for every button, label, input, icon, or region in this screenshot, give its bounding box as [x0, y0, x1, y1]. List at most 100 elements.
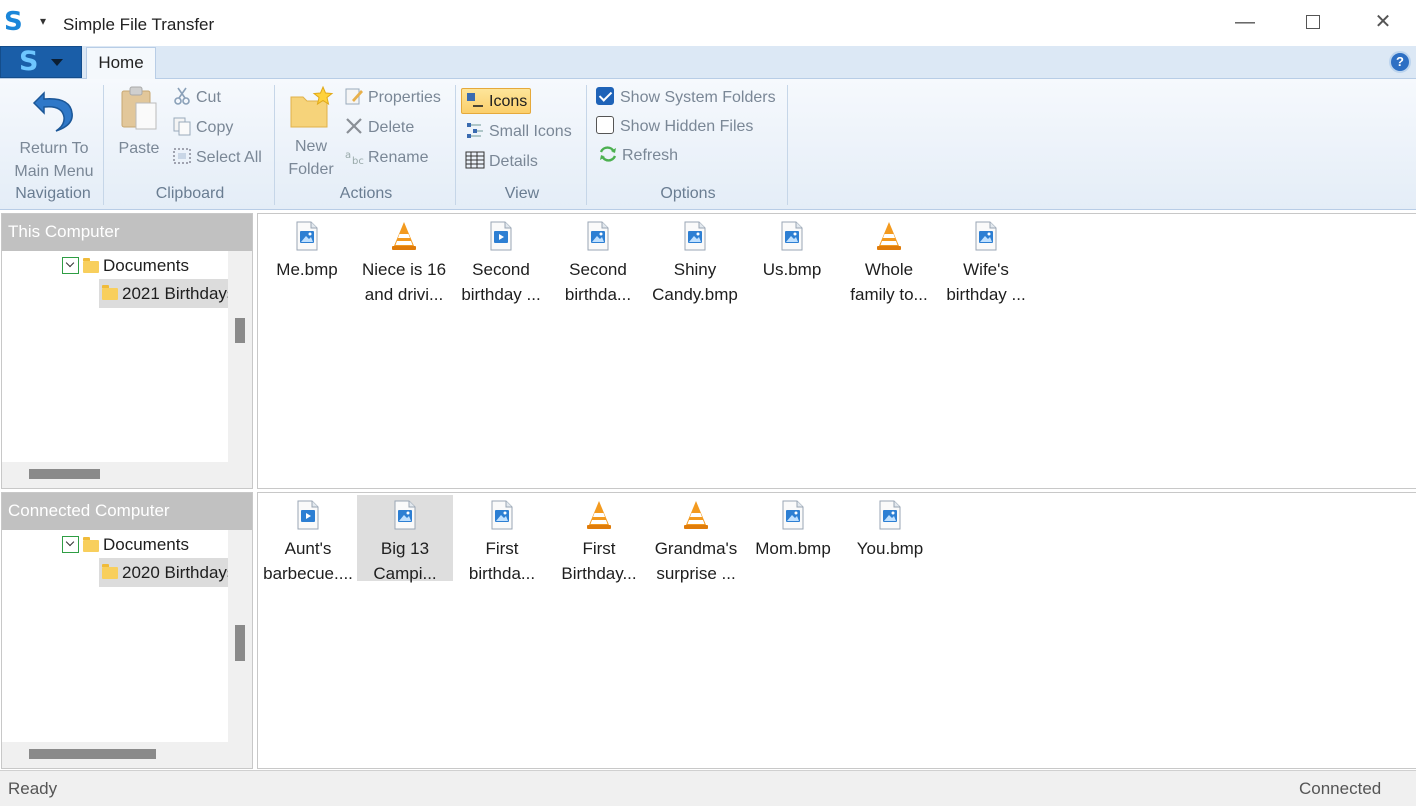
file-item[interactable]: Whole family to... — [841, 216, 937, 304]
quick-access-dropdown-icon[interactable]: ▾ — [40, 14, 46, 28]
checkbox-unchecked-icon — [596, 115, 614, 134]
group-label-options: Options — [660, 185, 716, 202]
maximize-button[interactable] — [1293, 8, 1333, 38]
this-computer-file-list: Me.bmp Niece is 16 and drivi... Second birth… — [257, 213, 1416, 489]
group-label-clipboard: Clipboard — [155, 185, 225, 202]
icons-view-icon — [465, 90, 485, 110]
return-arrow-icon — [32, 91, 73, 132]
tree-node-child-selected[interactable]: 2021 Birthdays — [99, 279, 228, 308]
file-name-line2: birthda... — [564, 285, 632, 304]
checkbox-checked-icon — [596, 86, 614, 105]
return-label-line1: Return To — [19, 140, 89, 157]
view-small-icons-button[interactable]: Small Icons — [465, 119, 572, 145]
file-item[interactable]: Second birthday ... — [453, 216, 549, 304]
tree-node-label: Documents — [103, 535, 189, 554]
connected-computer-file-list: Aunt's barbecue.... Big 13 Campi... First bir… — [257, 492, 1416, 769]
file-name-line1: Whole — [864, 260, 914, 279]
file-item[interactable]: Shiny Candy.bmp — [647, 216, 743, 304]
image-file-icon — [357, 499, 453, 531]
file-item[interactable]: Mom.bmp — [745, 495, 841, 581]
view-icons-button[interactable]: Icons — [461, 88, 532, 114]
file-item[interactable]: Wife's birthday ... — [938, 216, 1034, 304]
scissors-icon — [172, 86, 192, 106]
properties-icon — [344, 86, 364, 106]
horizontal-scrollbar-thumb[interactable] — [29, 749, 156, 759]
new-folder-label-line1: New — [294, 138, 327, 155]
select-all-button[interactable]: Select All — [172, 145, 262, 171]
return-label-line2: Main Menu — [14, 163, 94, 180]
tab-home[interactable]: Home — [86, 47, 156, 80]
file-name-line2: Campi... — [373, 564, 437, 583]
group-divider — [274, 85, 275, 205]
folder-icon — [83, 258, 99, 273]
file-item[interactable]: Niece is 16 and drivi... — [356, 216, 452, 304]
connected-computer-header: Connected Computer — [2, 493, 252, 530]
maximize-icon — [1306, 15, 1320, 29]
file-item[interactable]: Second birthda... — [550, 216, 646, 304]
view-details-button[interactable]: Details — [465, 149, 538, 175]
expand-toggle-icon[interactable] — [62, 257, 79, 274]
delete-x-icon — [344, 116, 364, 136]
vertical-scrollbar-thumb[interactable] — [235, 625, 245, 661]
rename-button[interactable]: a bc Rename — [344, 145, 428, 171]
rename-label: Rename — [368, 149, 429, 166]
file-item[interactable]: First Birthday... — [551, 495, 647, 583]
file-item[interactable]: Big 13 Campi... — [357, 495, 453, 583]
file-name-line2: birthda... — [468, 564, 536, 583]
folder-icon — [102, 564, 118, 579]
file-name-line2: Candy.bmp — [652, 285, 738, 304]
vertical-scrollbar-thumb[interactable] — [235, 318, 245, 343]
file-name-line1: You.bmp — [856, 539, 924, 558]
file-name-line2: and drivi... — [364, 285, 444, 304]
view-details-label: Details — [489, 153, 538, 170]
paste-label: Paste — [118, 140, 160, 157]
cut-button[interactable]: Cut — [172, 85, 221, 111]
show-hidden-files-label: Show Hidden Files — [620, 118, 754, 135]
image-file-icon — [745, 499, 841, 531]
file-name-line1: Wife's — [963, 260, 1009, 279]
horizontal-scrollbar-thumb[interactable] — [29, 469, 100, 479]
file-item[interactable]: Me.bmp — [259, 216, 355, 302]
minimize-button[interactable]: — — [1225, 8, 1265, 38]
show-hidden-files-checkbox[interactable]: Show Hidden Files — [596, 114, 753, 140]
delete-button[interactable]: Delete — [344, 115, 414, 141]
file-name-line1: Niece is 16 — [361, 260, 447, 279]
close-button[interactable]: ✕ — [1363, 8, 1403, 38]
connected-computer-tree: Documents 2020 Birthdays — [2, 530, 228, 742]
file-item[interactable]: First birthda... — [454, 495, 550, 583]
properties-label: Properties — [368, 89, 441, 106]
small-icons-view-icon — [465, 120, 485, 140]
delete-label: Delete — [368, 119, 415, 136]
return-to-main-menu-button[interactable]: Return To Main Menu — [8, 85, 100, 183]
refresh-icon — [598, 144, 618, 164]
refresh-button[interactable]: Refresh — [598, 143, 678, 169]
expand-toggle-icon[interactable] — [62, 536, 79, 553]
paste-button[interactable]: Paste — [113, 85, 165, 160]
show-system-folders-checkbox[interactable]: Show System Folders — [596, 85, 776, 111]
tree-node-label: Documents — [103, 256, 189, 275]
file-item[interactable]: You.bmp — [842, 495, 938, 581]
file-item[interactable]: Us.bmp — [744, 216, 840, 302]
app-menu-button[interactable]: S — [0, 46, 82, 78]
file-name-line1: Second — [472, 260, 530, 279]
group-divider — [455, 85, 456, 205]
properties-button[interactable]: Properties — [344, 85, 441, 111]
image-file-icon — [842, 499, 938, 531]
image-file-icon — [938, 220, 1034, 252]
file-name-line1: First — [485, 539, 519, 558]
view-icons-label: Icons — [489, 93, 528, 110]
svg-text:a: a — [345, 150, 351, 161]
new-folder-button[interactable]: New Folder — [284, 85, 338, 181]
tree-node-child-selected[interactable]: 2020 Birthdays — [99, 558, 228, 587]
this-computer-tree-panel: This Computer Documents 2021 Birthdays — [1, 213, 253, 489]
group-label-view: View — [504, 185, 540, 202]
group-label-actions: Actions — [339, 185, 393, 202]
help-icon[interactable]: ? — [1389, 51, 1411, 73]
image-file-icon — [454, 499, 550, 531]
file-name-line2: family to... — [850, 285, 928, 304]
copy-button[interactable]: Copy — [172, 115, 233, 141]
file-item[interactable]: Aunt's barbecue.... — [260, 495, 356, 583]
file-item[interactable]: Grandma's surprise ... — [648, 495, 744, 583]
file-name-line1: Me.bmp — [276, 260, 338, 279]
file-name-line1: Shiny — [673, 260, 717, 279]
